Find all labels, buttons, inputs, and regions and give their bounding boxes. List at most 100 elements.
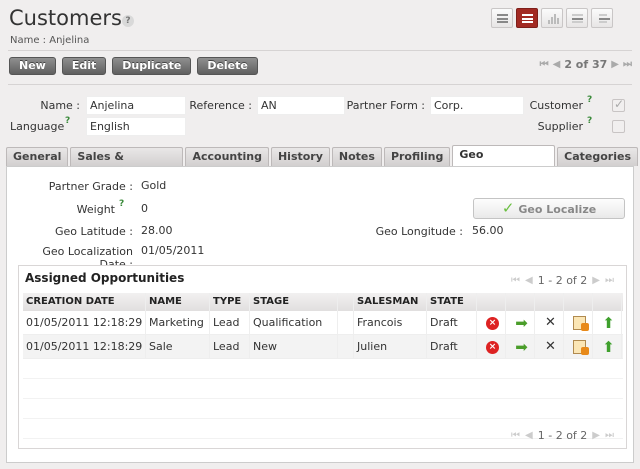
assigned-opportunities: Assigned Opportunities ⏮ ◀ 1 - 2 of 2 ▶ … [18, 265, 627, 449]
geo-longitude-label: Geo Longitude : [375, 225, 463, 238]
column-spacer [535, 293, 564, 311]
graph-view-button[interactable] [541, 8, 563, 28]
tab-categories[interactable]: Categories [557, 147, 638, 166]
first-record-icon[interactable]: ⏮ [540, 59, 549, 70]
cell-salesman: Julien [354, 335, 427, 358]
table-header: CREATION DATE NAME TYPE STAGE SALESMAN S… [23, 293, 623, 311]
tab-sales-purchases[interactable]: Sales & Purchases [70, 147, 184, 181]
close-icon[interactable]: ✕ [545, 335, 556, 358]
breadcrumb: Name : Anjelina [10, 35, 90, 46]
name-field[interactable]: Anjelina [86, 96, 186, 115]
partner-form-field[interactable]: Corp. [430, 96, 524, 115]
reference-field[interactable]: AN [257, 96, 345, 115]
column-header[interactable]: TYPE [210, 293, 250, 311]
cell-name: Sale [146, 335, 210, 358]
forward-arrow-icon[interactable]: ➡ [515, 311, 528, 334]
geo-latitude-label: Geo Latitude : [55, 225, 133, 238]
tab-bar: General Sales & Purchases Accounting His… [6, 145, 640, 181]
document-icon[interactable] [573, 340, 589, 355]
column-header[interactable]: NAME [146, 293, 210, 311]
column-header[interactable]: STATE [427, 293, 477, 311]
help-icon[interactable]: ? [122, 15, 134, 27]
new-button[interactable]: New [9, 57, 56, 75]
tab-history[interactable]: History [270, 147, 330, 166]
supplier-label: Supplier [537, 120, 583, 133]
last-page-icon[interactable]: ⏭ [605, 275, 614, 286]
up-arrow-icon[interactable]: ⬆ [602, 311, 615, 334]
column-spacer [593, 293, 622, 311]
cell-action: ➡ [506, 311, 535, 334]
gantt-view-button[interactable] [591, 8, 613, 28]
table-row[interactable]: 01/05/2011 12:18:29 Sale Lead New Julien… [23, 335, 623, 359]
next-page-icon[interactable]: ▶ [592, 275, 600, 286]
forward-arrow-icon[interactable]: ➡ [515, 335, 528, 358]
partner-grade-field[interactable]: Gold [138, 177, 343, 196]
customer-checkbox[interactable] [612, 97, 625, 112]
column-spacer [338, 293, 354, 311]
tab-general[interactable]: General [6, 147, 69, 166]
close-icon[interactable]: ✕ [545, 311, 556, 334]
geo-localization-panel: Partner Grade : Gold Weight ? 0 ✓ Geo Loc… [6, 166, 634, 463]
document-icon[interactable] [573, 316, 589, 331]
first-page-icon[interactable]: ⏮ [511, 275, 520, 286]
empty-row [23, 379, 623, 399]
tab-profiling[interactable]: Profiling [383, 147, 451, 166]
last-record-icon[interactable]: ⏭ [623, 59, 632, 70]
customer-label-text: Customer [529, 99, 583, 112]
help-icon[interactable]: ? [587, 116, 592, 126]
column-header[interactable]: CREATION DATE [23, 293, 146, 311]
list-view-icon [497, 14, 508, 23]
cell-creation-date: 01/05/2011 12:18:29 [23, 335, 146, 358]
geo-latitude-field[interactable]: 28.00 [138, 222, 343, 241]
weight-field[interactable]: 0 [138, 200, 343, 219]
form-view-button[interactable] [516, 8, 538, 28]
cell-action [564, 335, 593, 358]
toolbar: New Edit Duplicate Delete [9, 57, 258, 75]
language-field[interactable]: English [86, 117, 186, 136]
supplier-checkbox[interactable] [612, 120, 625, 133]
table-row[interactable]: 01/05/2011 12:18:29 Marketing Lead Quali… [23, 311, 623, 335]
previous-page-icon[interactable]: ◀ [525, 430, 533, 441]
weight-label: Weight [76, 203, 115, 216]
help-icon[interactable]: ? [587, 95, 592, 105]
pager-status: 1 - 2 of 2 [537, 274, 588, 287]
cell-action: ✕ [535, 311, 564, 334]
cell-salesman: Francois [354, 311, 427, 334]
first-page-icon[interactable]: ⏮ [511, 430, 520, 441]
cell-action [564, 311, 593, 334]
opportunities-pager-bottom: ⏮ ◀ 1 - 2 of 2 ▶ ⏭ [511, 429, 614, 442]
help-icon[interactable]: ? [119, 199, 124, 209]
calendar-view-button[interactable] [566, 8, 588, 28]
column-header[interactable]: SALESMAN [354, 293, 427, 311]
reference-label: Reference : [189, 99, 252, 112]
previous-record-icon[interactable]: ◀ [553, 59, 561, 70]
cell-action: ⬆ [593, 335, 622, 358]
cancel-icon[interactable]: × [486, 316, 499, 330]
page-header: Customers ? Name : Anjelina [0, 0, 640, 50]
up-arrow-icon[interactable]: ⬆ [602, 335, 615, 358]
column-spacer [506, 293, 535, 311]
duplicate-button[interactable]: Duplicate [112, 57, 192, 75]
last-page-icon[interactable]: ⏭ [605, 430, 614, 441]
geo-date-field[interactable]: 01/05/2011 [138, 242, 343, 261]
next-page-icon[interactable]: ▶ [592, 430, 600, 441]
tab-geo-localization[interactable]: Geo Localization [452, 145, 556, 179]
column-header[interactable]: STAGE [250, 293, 338, 311]
previous-page-icon[interactable]: ◀ [525, 275, 533, 286]
next-record-icon[interactable]: ▶ [611, 59, 619, 70]
cancel-icon[interactable]: × [486, 340, 499, 354]
cell-action: ➡ [506, 335, 535, 358]
help-icon[interactable]: ? [65, 116, 70, 126]
cell-name: Marketing [146, 311, 210, 334]
cell-state: Draft [427, 335, 477, 358]
geo-localize-button[interactable]: ✓ Geo Localize [473, 198, 625, 219]
cell-creation-date: 01/05/2011 12:18:29 [23, 311, 146, 334]
list-view-button[interactable] [491, 8, 513, 28]
tab-accounting[interactable]: Accounting [185, 147, 269, 166]
delete-button[interactable]: Delete [197, 57, 258, 75]
cell-stage: Qualification [250, 311, 338, 334]
geo-longitude-field[interactable]: 56.00 [469, 222, 625, 241]
edit-button[interactable]: Edit [61, 57, 107, 75]
tab-notes[interactable]: Notes [331, 147, 382, 166]
calendar-view-icon [572, 14, 583, 23]
